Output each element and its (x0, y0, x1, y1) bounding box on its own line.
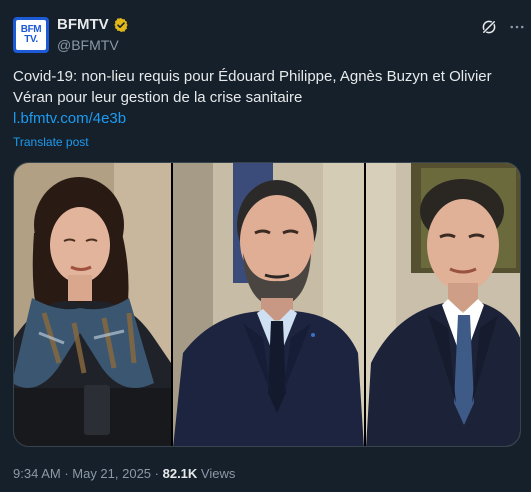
media-grid[interactable] (13, 162, 521, 447)
photo-agnes-buzyn[interactable] (14, 163, 171, 446)
author-name-row: BFMTV (57, 16, 129, 33)
author-handle[interactable]: @BFMTV (57, 37, 119, 53)
post-date[interactable]: May 21, 2025 (72, 466, 151, 481)
photo-olivier-veran[interactable] (366, 163, 520, 446)
post-link[interactable]: l.bfmtv.com/4e3b (13, 110, 126, 127)
post-time[interactable]: 9:34 AM (13, 466, 61, 481)
photo-edouard-philippe[interactable] (173, 163, 364, 446)
display-name[interactable]: BFMTV (57, 16, 109, 33)
bfmtv-logo: BFM TV. (16, 20, 46, 50)
verified-badge-icon[interactable] (113, 17, 129, 33)
post-text-line-1: Covid-19: non-lieu requis pour Édouard P… (13, 68, 492, 85)
post-text-line-2: Véran pour leur gestion de la crise sani… (13, 89, 303, 106)
avatar[interactable]: BFM TV. (13, 17, 49, 53)
post-metadata: 9:34 AM · May 21, 2025 · 82.1K Views (13, 466, 235, 481)
meta-separator: · (60, 466, 73, 481)
post-text: Covid-19: non-lieu requis pour Édouard P… (13, 66, 518, 108)
views-count[interactable]: 82.1K (163, 466, 198, 481)
meta-separator: · (151, 466, 163, 481)
translate-post-link[interactable]: Translate post (13, 135, 89, 149)
more-options-icon[interactable] (508, 18, 526, 36)
avatar-logo-line2: TV. (24, 34, 38, 45)
grok-icon[interactable] (480, 18, 498, 36)
tweet-card: BFM TV. BFMTV @BFMTV Covid-19: non-lieu … (0, 0, 531, 492)
views-label: Views (197, 466, 236, 481)
